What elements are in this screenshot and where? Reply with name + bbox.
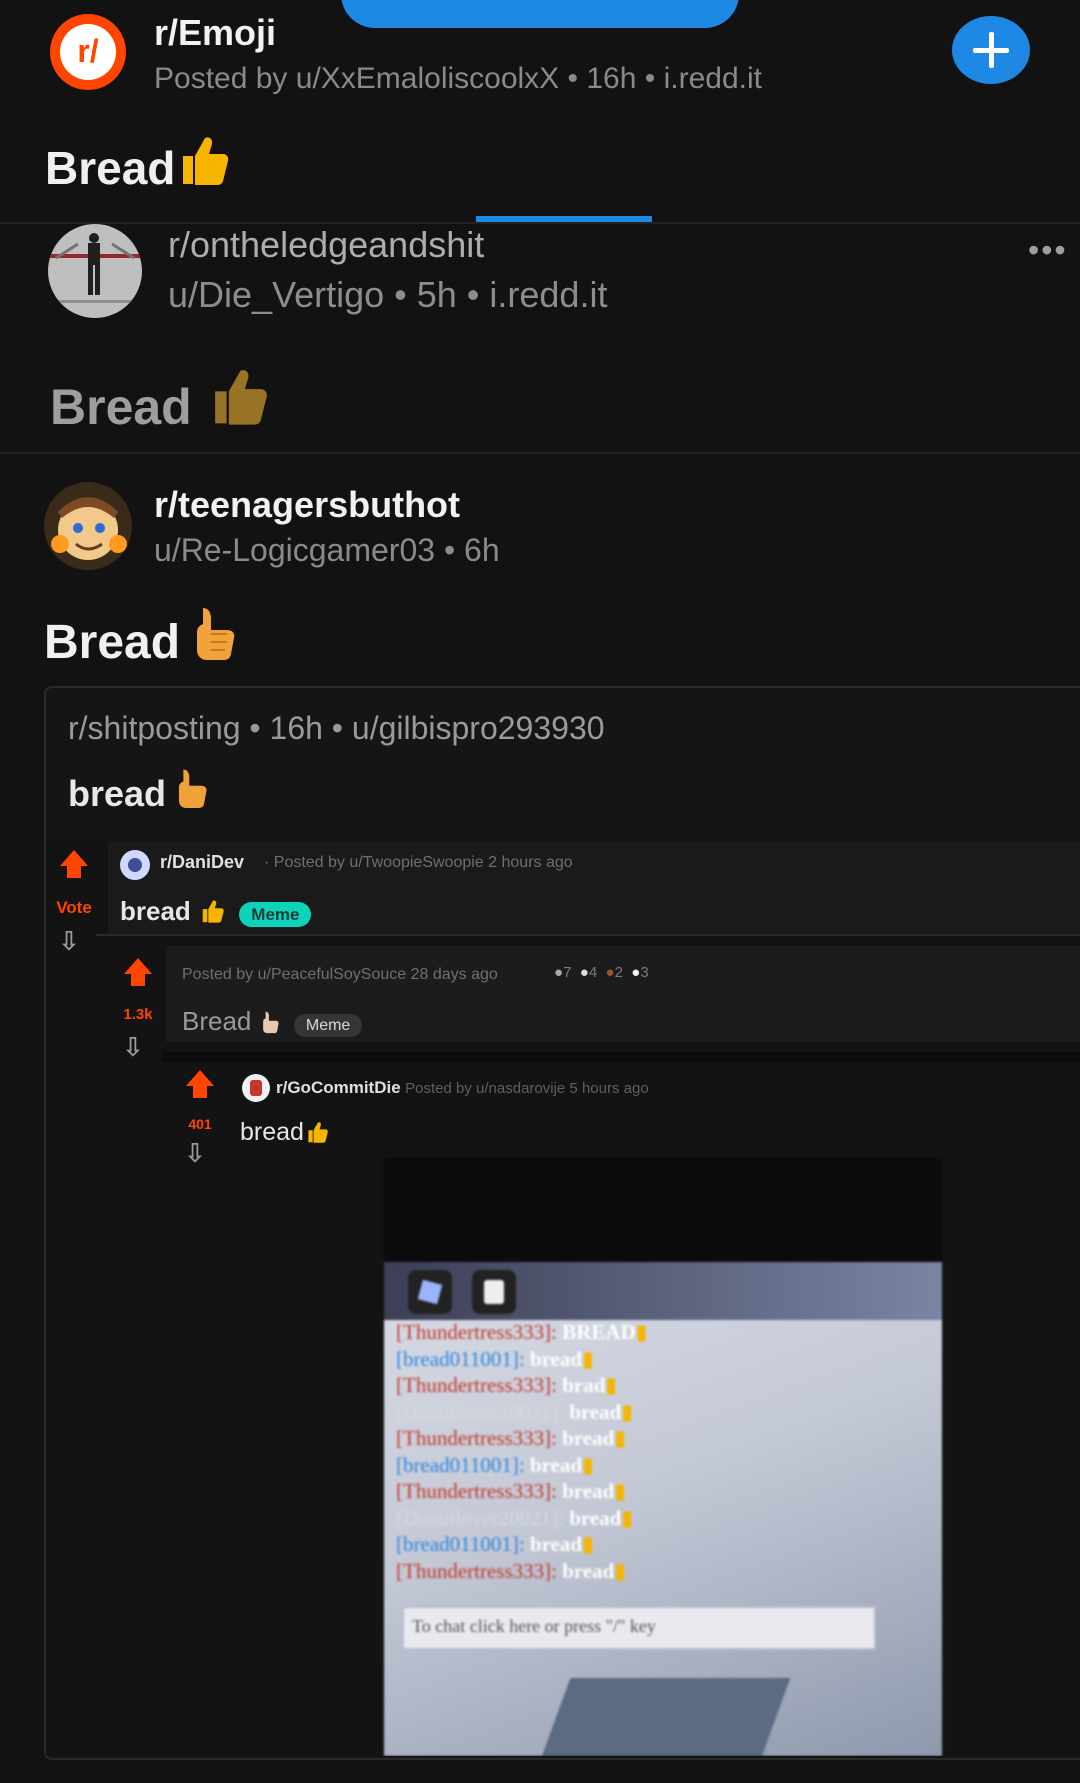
awards-row: ●7 ●4 ●2 ●3 <box>554 964 649 981</box>
subreddit-avatar-icon[interactable] <box>44 482 132 570</box>
chat-line: [Donutlover20021]: bread▮ <box>396 1505 633 1530</box>
post-meta: u/Re-Logicgamer03 • 6h <box>154 532 500 568</box>
subreddit-name[interactable]: r/GoCommitDie <box>276 1078 401 1098</box>
post-card-emoji[interactable]: r/ r/Emoji Posted by u/XxEmaloliscoolxX … <box>0 0 1080 222</box>
post-meta: Posted by u/XxEmaloliscoolxX • 16h • i.r… <box>154 62 762 95</box>
upvote-icon[interactable] <box>186 1070 214 1098</box>
post-title[interactable]: bread <box>240 1118 330 1151</box>
thumbs-up-icon <box>259 1010 283 1041</box>
subreddit-name[interactable]: r/teenagersbuthot <box>154 484 460 526</box>
post-title[interactable]: Bread <box>44 604 239 674</box>
crosspost-title[interactable]: bread <box>68 766 210 819</box>
thumbs-up-icon <box>198 898 226 931</box>
post-title[interactable]: Bread <box>45 132 231 199</box>
chat-line: [Donutlover20021]: bread▮ <box>396 1399 633 1424</box>
downvote-icon[interactable]: ⇩ <box>58 926 80 957</box>
thumbs-up-icon <box>304 1120 330 1151</box>
chat-line: [Thundertress333]: BREAD▮ <box>396 1320 648 1344</box>
game-screen-photo: [Thundertress333]: BREAD▮ [bread011001]:… <box>384 1158 942 1756</box>
nested-screenshot: Vote ⇩ r/DaniDev · Posted by u/TwoopieSw… <box>46 838 1080 1756</box>
chat-line: [Thundertress333]: bread▮ <box>396 1558 626 1583</box>
subreddit-avatar-icon[interactable] <box>48 224 142 318</box>
chat-input: To chat click here or press "/" key <box>402 1606 876 1650</box>
post-title[interactable]: bread Meme <box>120 896 312 931</box>
post-meta: u/Die_Vertigo • 5h • i.redd.it <box>168 274 608 315</box>
vote-count: Vote <box>56 898 92 917</box>
post-meta: Posted by u/PeacefulSoySouce 28 days ago <box>182 966 498 983</box>
post-card-ontheledge[interactable]: r/ontheledgeandshit u/Die_Vertigo • 5h •… <box>0 224 1080 452</box>
post-flair: Meme <box>293 1014 363 1037</box>
subreddit-avatar-icon <box>120 850 150 880</box>
upvote-icon[interactable] <box>60 850 88 878</box>
chat-line: [Thundertress333]: bread▮ <box>396 1479 626 1503</box>
subreddit-avatar-icon[interactable]: r/ <box>50 14 126 90</box>
thumbs-up-icon <box>193 604 239 674</box>
more-options-icon[interactable]: ••• <box>1028 232 1068 269</box>
chat-line: [Thundertress333]: brad▮ <box>396 1373 617 1397</box>
add-icon[interactable] <box>952 16 1030 84</box>
crosspost-meta: r/shitposting • 16h • u/gilbispro293930 <box>68 710 605 746</box>
subreddit-name[interactable]: r/Emoji <box>154 12 276 54</box>
post-flair: Meme <box>239 902 312 927</box>
scroll-indicator <box>476 216 652 222</box>
vote-count: 401 <box>188 1116 212 1132</box>
post-title[interactable]: Bread Meme <box>182 1006 363 1041</box>
chat-line: [bread011001]: bread▮ <box>396 1346 594 1371</box>
post-meta: · Posted by u/nasdarovije 5 hours ago <box>396 1080 649 1097</box>
chat-icon <box>472 1270 516 1314</box>
post-meta: · Posted by u/TwoopieSwoopie 2 hours ago <box>264 854 573 871</box>
post-title[interactable]: Bread <box>50 364 270 440</box>
vote-count: 1.3k <box>123 1006 153 1023</box>
subreddit-avatar-icon <box>242 1074 270 1102</box>
roblox-menu-icon <box>408 1270 452 1314</box>
subreddit-name[interactable]: r/ontheledgeandshit <box>168 224 484 266</box>
chat-line: [bread011001]: bread▮ <box>396 1532 594 1556</box>
subreddit-name[interactable]: r/DaniDev <box>160 852 244 873</box>
chat-line: [bread011001]: bread▮ <box>396 1452 594 1477</box>
thumbs-up-icon <box>206 364 270 440</box>
downvote-icon[interactable]: ⇩ <box>184 1138 206 1169</box>
chat-log: [Thundertress333]: BREAD▮ [bread011001]:… <box>396 1320 936 1585</box>
thumbs-up-icon <box>176 766 210 819</box>
downvote-icon[interactable]: ⇩ <box>122 1032 144 1063</box>
thumbs-up-icon <box>175 132 231 199</box>
chat-line: [Thundertress333]: bread▮ <box>396 1426 626 1450</box>
upvote-icon[interactable] <box>124 958 152 986</box>
